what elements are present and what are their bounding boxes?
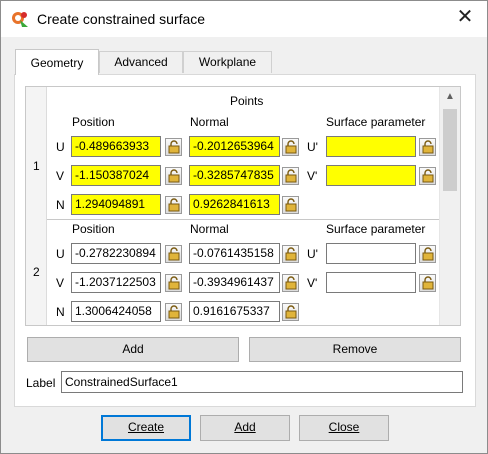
lock-icon[interactable] (282, 303, 299, 321)
lock-icon[interactable] (282, 274, 299, 292)
axis-label-n: N (56, 305, 65, 319)
add-point-button[interactable]: Add (27, 337, 239, 362)
column-header-surface-parameter: Surface parameter (326, 115, 426, 129)
row-header-2[interactable]: 2 (26, 219, 47, 325)
remove-point-button[interactable]: Remove (249, 337, 461, 362)
scroll-up-arrow-icon[interactable]: ▲ (440, 87, 460, 107)
lock-icon[interactable] (165, 274, 182, 292)
normal-u-field[interactable]: -0.0761435158 (189, 243, 280, 264)
column-header-normal: Normal (190, 222, 229, 236)
normal-u-field[interactable]: -0.2012653964 (189, 136, 280, 157)
window-title: Create constrained surface (37, 11, 206, 27)
footer-add-button[interactable]: Add (200, 415, 290, 441)
points-header: Points (230, 94, 264, 108)
lock-icon[interactable] (165, 196, 182, 214)
create-button-label: Create (127, 420, 165, 434)
footer-add-button-label: Add (234, 420, 256, 434)
row-number: 1 (33, 159, 40, 173)
row-divider (47, 219, 460, 220)
position-u-field[interactable]: -0.489663933 (71, 136, 161, 157)
surface-param-u-field[interactable] (326, 136, 416, 157)
column-header-surface-parameter: Surface parameter (326, 222, 426, 236)
label-input[interactable]: ConstrainedSurface1 (61, 371, 463, 393)
close-window-button[interactable]: ✕ (453, 6, 477, 30)
tab-workplane[interactable]: Workplane (183, 51, 272, 73)
surface-param-u-field[interactable] (326, 243, 416, 264)
app-logo-icon (11, 10, 29, 28)
vertical-scrollbar[interactable]: ▲ (439, 87, 460, 325)
tab-geometry[interactable]: Geometry (15, 49, 99, 75)
row-number: 2 (33, 265, 40, 279)
lock-icon[interactable] (282, 167, 299, 185)
lock-icon[interactable] (282, 245, 299, 263)
surface-param-v-field[interactable] (326, 272, 416, 293)
position-v-field[interactable]: -1.150387024 (71, 165, 161, 186)
axis-label-u: U (56, 247, 65, 261)
normal-v-field[interactable]: -0.3934961437 (189, 272, 280, 293)
lock-icon[interactable] (165, 303, 182, 321)
close-button-label: Close (328, 420, 360, 434)
lock-icon[interactable] (282, 138, 299, 156)
axis-label-v: V (56, 169, 65, 183)
lock-icon[interactable] (419, 274, 436, 292)
surface-param-v-field[interactable] (326, 165, 416, 186)
lock-icon[interactable] (419, 245, 436, 263)
position-n-field[interactable]: 1.3006424058 (71, 301, 161, 322)
axis-label-n: N (56, 198, 65, 212)
normal-v-field[interactable]: -0.3285747835 (189, 165, 280, 186)
lock-icon[interactable] (419, 167, 436, 185)
column-header-position: Position (72, 115, 115, 129)
row-header-1[interactable]: 1 (26, 87, 47, 219)
normal-n-field[interactable]: 0.9161675337 (189, 301, 280, 322)
lock-icon[interactable] (282, 196, 299, 214)
lock-icon[interactable] (165, 245, 182, 263)
position-v-field[interactable]: -1.2037122503 (71, 272, 161, 293)
position-u-field[interactable]: -0.2782230894 (71, 243, 161, 264)
points-table: 1 2 Points Position Normal Surface param… (25, 86, 461, 326)
lock-icon[interactable] (165, 138, 182, 156)
axis-label-u: U (56, 140, 65, 154)
dialog-window: Create constrained surface ✕ Geometry Ad… (0, 0, 488, 454)
column-header-position: Position (72, 222, 115, 236)
scrollbar-thumb[interactable] (443, 109, 457, 191)
close-button[interactable]: Close (299, 415, 389, 441)
title-bar: Create constrained surface ✕ (1, 1, 487, 37)
create-button[interactable]: Create (101, 415, 191, 441)
column-header-normal: Normal (190, 115, 229, 129)
lock-icon[interactable] (419, 138, 436, 156)
param-label-v: V' (307, 276, 318, 290)
position-n-field[interactable]: 1.294094891 (71, 194, 161, 215)
param-label-u: U' (307, 247, 318, 261)
axis-label-v: V (56, 276, 65, 290)
tab-advanced[interactable]: Advanced (99, 51, 183, 73)
param-label-u: U' (307, 140, 318, 154)
label-caption: Label (26, 376, 56, 390)
param-label-v: V' (307, 169, 318, 183)
lock-icon[interactable] (165, 167, 182, 185)
normal-n-field[interactable]: 0.9262841613 (189, 194, 280, 215)
